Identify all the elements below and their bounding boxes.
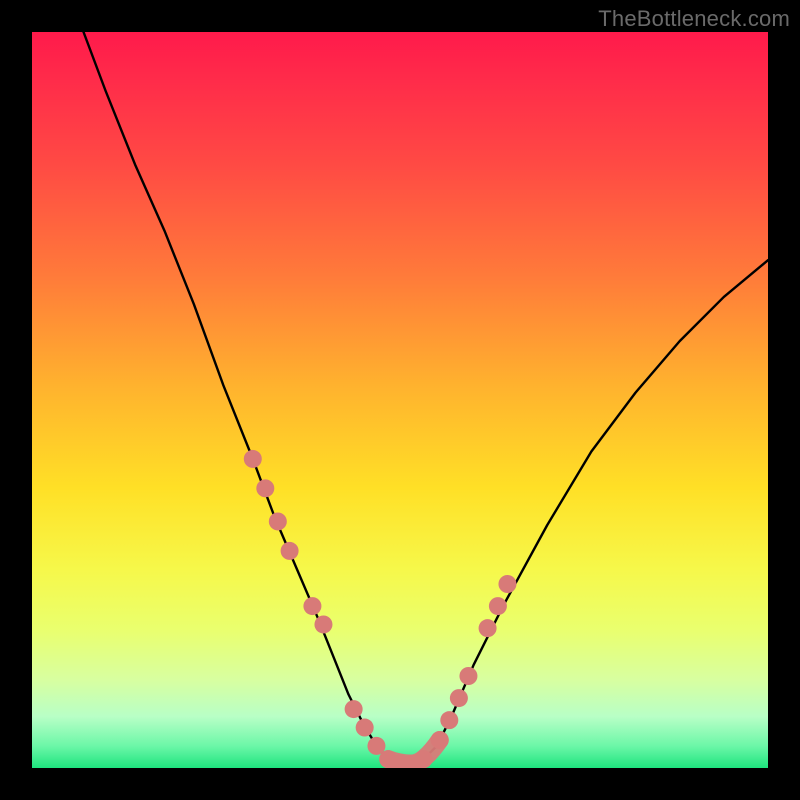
data-dot — [415, 750, 433, 768]
data-dot — [269, 512, 287, 530]
data-dot — [479, 619, 497, 637]
data-dot — [281, 542, 299, 560]
data-dot — [459, 667, 477, 685]
data-dot — [431, 731, 449, 749]
data-dot — [498, 575, 516, 593]
data-dot — [450, 689, 468, 707]
data-dot — [244, 450, 262, 468]
data-dot — [440, 711, 458, 729]
data-dots — [244, 450, 517, 768]
data-dot — [314, 615, 332, 633]
data-dot — [356, 719, 374, 737]
plot-area — [32, 32, 768, 768]
data-dot — [256, 479, 274, 497]
data-dot — [489, 597, 507, 615]
watermark-text: TheBottleneck.com — [598, 6, 790, 32]
data-dot — [345, 700, 363, 718]
curve-layer — [32, 32, 768, 768]
bottleneck-curve — [84, 32, 768, 764]
data-dot — [303, 597, 321, 615]
chart-frame: TheBottleneck.com — [0, 0, 800, 800]
